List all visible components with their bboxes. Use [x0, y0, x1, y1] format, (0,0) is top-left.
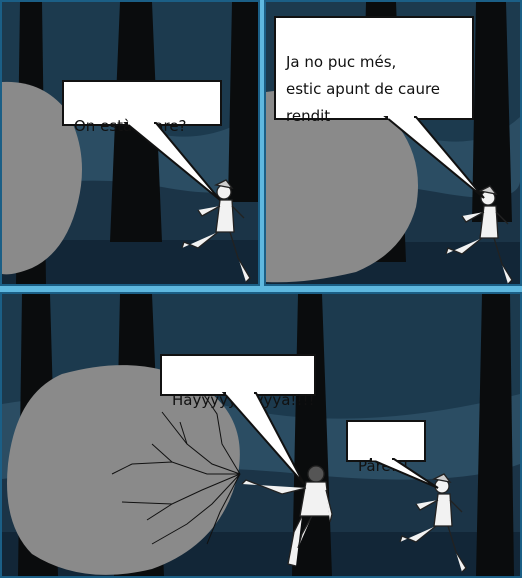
speech-bubble-tail — [383, 115, 485, 199]
comic-panel-2: Ja no puc més, estic apunt de caure rend… — [264, 0, 522, 286]
speech-bubble-tail — [123, 121, 221, 201]
comic-panel-3: Hayyyyyyyyyya!!!! Pare!!! — [0, 292, 522, 578]
comic-panel-1: On estàs pare? — [0, 0, 260, 286]
speech-bubble-tails — [221, 391, 439, 489]
